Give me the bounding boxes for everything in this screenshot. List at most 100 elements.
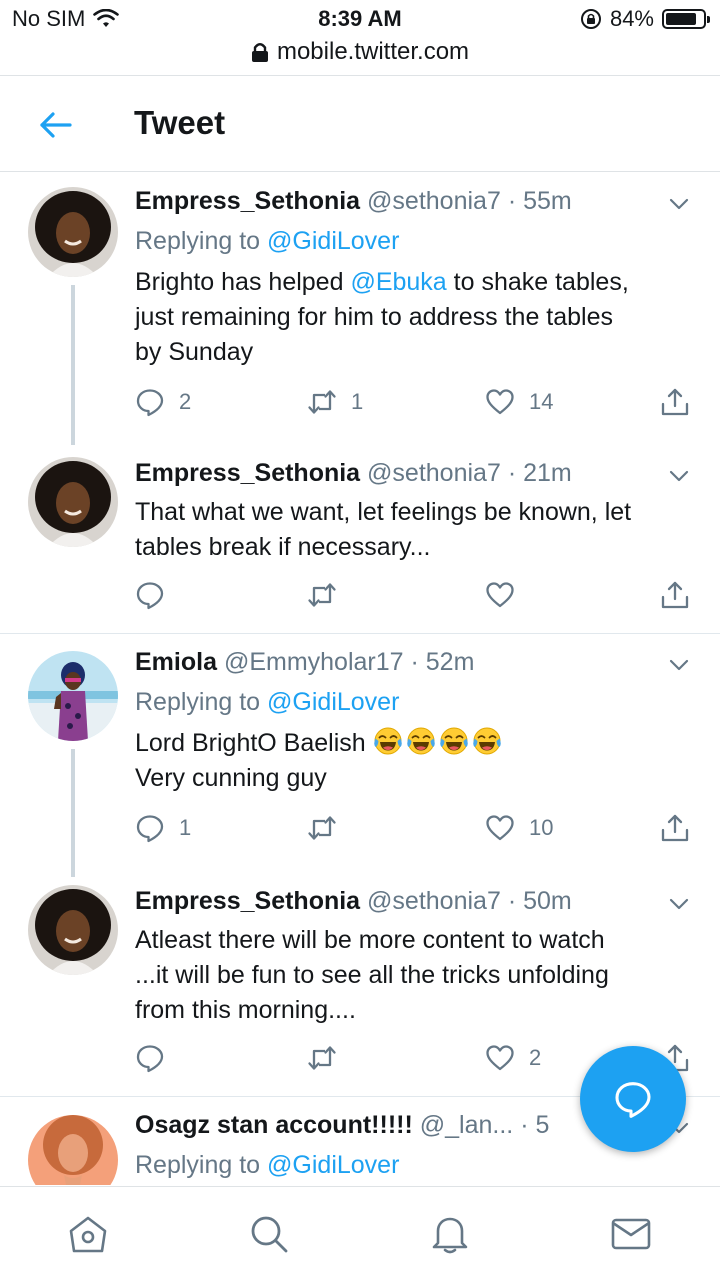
user-handle: @sethonia7 <box>367 459 501 487</box>
mention-link[interactable]: @GidiLover <box>267 227 399 255</box>
address-bar[interactable]: mobile.twitter.com <box>0 38 720 66</box>
display-name[interactable]: Empress_Sethonia <box>135 187 360 215</box>
replying-to: Replying to @GidiLover <box>135 1151 399 1180</box>
replying-to-label: Replying to <box>135 1151 261 1179</box>
like-button[interactable]: 14 <box>485 387 553 417</box>
page-title: Tweet <box>134 104 226 141</box>
reply-icon <box>135 387 165 417</box>
separator-dot: · <box>520 1111 529 1139</box>
separator-dot: · <box>507 187 517 215</box>
reply-button[interactable] <box>135 1043 179 1073</box>
replying-to: Replying to @GidiLover <box>135 688 399 717</box>
like-count: 2 <box>529 1045 542 1070</box>
chevron-down-icon[interactable] <box>668 893 690 915</box>
separator-dot: · <box>507 887 517 915</box>
mail-icon[interactable] <box>610 1213 652 1255</box>
battery-icon <box>662 9 710 29</box>
thread-line <box>71 749 75 877</box>
text-line: Lord BrightO Baelish <box>135 729 373 757</box>
heart-icon <box>485 1043 515 1073</box>
tweet[interactable]: Empress_Sethonia @sethonia7 · 21m That w… <box>0 445 720 633</box>
like-button[interactable]: 2 <box>485 1043 541 1073</box>
timestamp: 52m <box>425 648 475 676</box>
retweet-icon <box>307 813 337 843</box>
battery-status: 84% <box>580 6 710 32</box>
lock-icon <box>251 43 268 62</box>
avatar[interactable] <box>28 1115 118 1185</box>
retweet-button[interactable]: 1 <box>307 387 363 417</box>
arrow-left-icon[interactable] <box>38 107 74 143</box>
conversation-feed[interactable]: Empress_Sethonia @sethonia7 · 55m Replyi… <box>0 173 720 1185</box>
avatar[interactable] <box>28 187 118 277</box>
share-icon <box>660 387 690 417</box>
user-handle: @_lan... <box>419 1111 514 1139</box>
text-segment: to shake tables, <box>446 268 629 296</box>
avatar[interactable] <box>28 457 118 547</box>
search-icon[interactable] <box>248 1213 290 1255</box>
tweet-text: Atleast there will be more content to wa… <box>135 923 690 1028</box>
mention-link[interactable]: @Ebuka <box>350 268 446 296</box>
bell-icon[interactable] <box>429 1213 471 1255</box>
share-icon <box>660 813 690 843</box>
reply-button[interactable] <box>135 580 179 610</box>
tweet[interactable]: Empress_Sethonia @sethonia7 · 55m Replyi… <box>0 173 720 445</box>
user-handle: @sethonia7 <box>367 187 501 215</box>
retweet-button[interactable] <box>307 813 351 843</box>
like-count: 14 <box>529 389 554 414</box>
reply-button[interactable]: 2 <box>135 387 191 417</box>
like-button[interactable]: 10 <box>485 813 553 843</box>
status-bar: No SIM 8:39 AM 84% mobile.twitter.com <box>0 0 720 76</box>
share-button[interactable] <box>660 580 690 610</box>
compose-reply-button[interactable] <box>580 1046 686 1152</box>
retweet-button[interactable] <box>307 1043 351 1073</box>
text-line: ...it will be fun to see all the tricks … <box>135 961 609 989</box>
chevron-down-icon[interactable] <box>668 654 690 676</box>
battery-percent: 84% <box>609 6 654 31</box>
tweet-header: Empress_Sethonia @sethonia7 · 21m <box>135 459 690 488</box>
heart-icon <box>485 813 515 843</box>
reply-count: 1 <box>179 815 192 840</box>
share-button[interactable] <box>660 813 690 843</box>
reply-button[interactable]: 1 <box>135 813 191 843</box>
mention-link[interactable]: @GidiLover <box>267 1151 399 1179</box>
like-count: 10 <box>529 815 554 840</box>
home-icon[interactable] <box>67 1213 109 1255</box>
avatar[interactable] <box>28 885 118 975</box>
tweet[interactable]: Emiola @Emmyholar17 · 52m Replying to @G… <box>0 634 720 884</box>
display-name[interactable]: Osagz stan account!!!!! <box>135 1111 413 1139</box>
tweet-header: Emiola @Emmyholar17 · 52m <box>135 648 690 677</box>
display-name[interactable]: Empress_Sethonia <box>135 459 360 487</box>
orientation-lock-icon <box>580 9 601 29</box>
avatar[interactable] <box>28 651 118 741</box>
face-with-tears-of-joy-emoji <box>373 726 403 756</box>
retweet-button[interactable] <box>307 580 351 610</box>
bottom-navigation <box>0 1186 720 1280</box>
replying-to-label: Replying to <box>135 688 261 716</box>
share-button[interactable] <box>660 387 690 417</box>
like-button[interactable] <box>485 580 529 610</box>
user-handle: @sethonia7 <box>367 887 501 915</box>
replying-to-label: Replying to <box>135 227 261 255</box>
tweet-actions: 2 1 14 <box>135 387 695 427</box>
text-line: Very cunning guy <box>135 764 327 792</box>
mention-link[interactable]: @GidiLover <box>267 688 399 716</box>
face-with-tears-of-joy-emoji <box>406 726 436 756</box>
text-segment: Brighto has helped <box>135 268 351 296</box>
chevron-down-icon[interactable] <box>668 193 690 215</box>
retweet-count: 1 <box>351 389 364 414</box>
display-name[interactable]: Emiola <box>135 648 217 676</box>
user-handle: @Emmyholar17 <box>223 648 404 676</box>
timestamp: 5 <box>535 1111 550 1139</box>
tweet-actions <box>135 580 695 620</box>
reply-count: 2 <box>179 389 192 414</box>
tweet-header: Empress_Sethonia @sethonia7 · 50m <box>135 887 690 916</box>
chevron-down-icon[interactable] <box>668 465 690 487</box>
replying-to: Replying to @GidiLover <box>135 227 399 256</box>
retweet-icon <box>307 1043 337 1073</box>
reply-icon <box>135 580 165 610</box>
separator-dot: · <box>410 648 419 676</box>
display-name[interactable]: Empress_Sethonia <box>135 887 360 915</box>
thread-line <box>71 285 75 445</box>
timestamp: 21m <box>523 459 572 487</box>
share-icon <box>660 580 690 610</box>
